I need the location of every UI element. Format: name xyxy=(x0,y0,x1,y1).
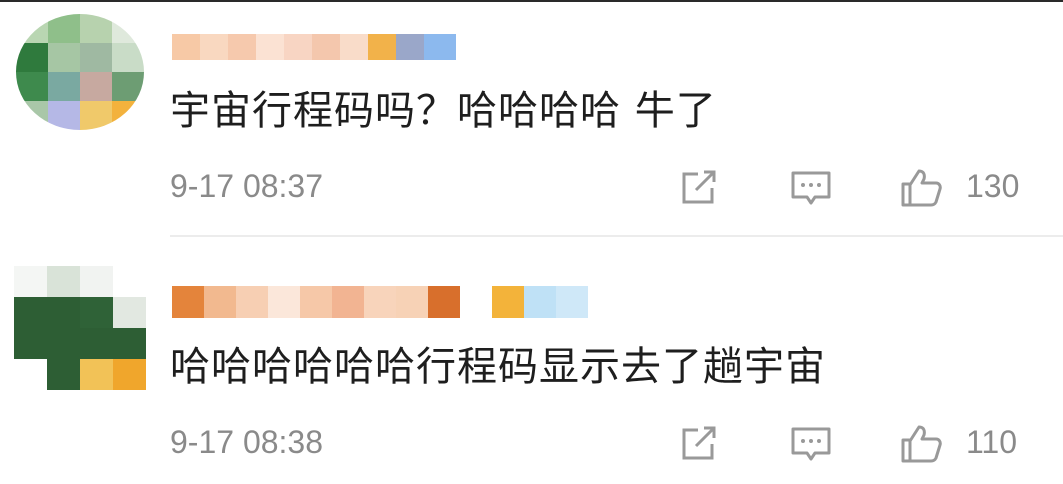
avatar[interactable] xyxy=(14,266,146,390)
comment-text: 哈哈哈哈哈哈行程码显示去了趟宇宙 xyxy=(170,344,826,390)
like-icon[interactable] xyxy=(900,168,942,208)
like-count: 110 xyxy=(966,424,1018,460)
comment-time: 9-17 08:37 xyxy=(170,168,324,204)
username-blurred[interactable] xyxy=(172,286,588,318)
like-icon[interactable] xyxy=(900,424,942,464)
comment-meta: 9-17 08:37 130 xyxy=(170,168,1030,208)
comment-time: 9-17 08:38 xyxy=(170,424,324,460)
comment-item: 宇宙行程码吗？哈哈哈哈 牛了 9-17 08:37 130 xyxy=(0,0,1063,237)
comment-item: 哈哈哈哈哈哈行程码显示去了趟宇宙 9-17 08:38 110 xyxy=(0,236,1063,484)
share-icon[interactable] xyxy=(678,168,720,208)
like-count: 130 xyxy=(966,168,1020,204)
reply-icon[interactable] xyxy=(790,168,832,208)
comment-text: 宇宙行程码吗？哈哈哈哈 牛了 xyxy=(170,88,717,134)
comment-meta: 9-17 08:38 110 xyxy=(170,424,1030,464)
avatar[interactable] xyxy=(16,14,144,130)
reply-icon[interactable] xyxy=(790,424,832,464)
share-icon[interactable] xyxy=(678,424,720,464)
username-blurred[interactable] xyxy=(172,34,456,60)
